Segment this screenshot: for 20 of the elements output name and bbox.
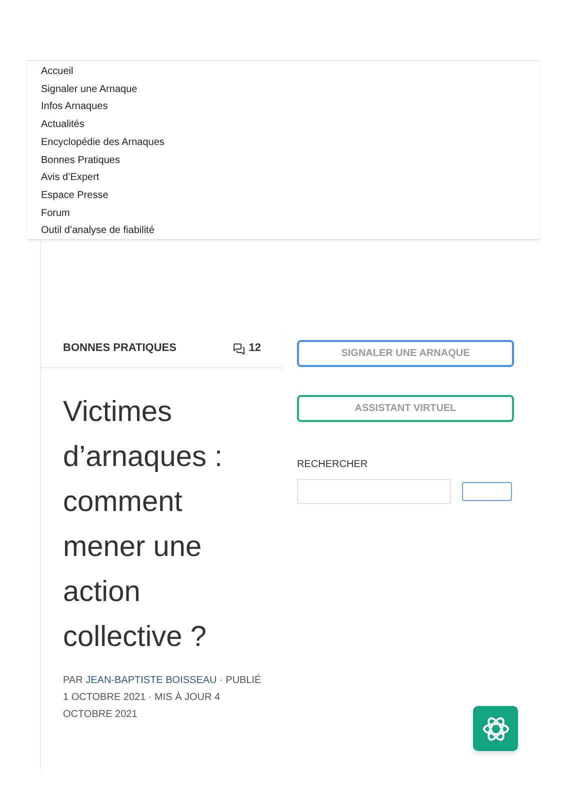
menu-item[interactable]: Encyclopédie des Arnaques (41, 134, 164, 152)
menu-item[interactable]: Signaler une Arnaque (41, 80, 138, 98)
chat-assistant-button[interactable] (473, 706, 518, 751)
search-field[interactable] (297, 479, 451, 504)
menu-item[interactable]: Infos Arnaques (41, 98, 108, 116)
author-link[interactable]: JEAN-BAPTISTE BOISSEAU (86, 675, 217, 686)
menu-item[interactable]: Forum (41, 204, 70, 222)
category-label[interactable]: BONNES PRATIQUES (63, 340, 176, 357)
comments-icon (232, 342, 245, 354)
search-label: RECHERCHER (297, 458, 369, 472)
menu-item[interactable]: Bonnes Pratiques (41, 152, 120, 170)
comment-count[interactable]: 12 (248, 340, 261, 357)
menu-item[interactable]: Actualités (41, 116, 84, 134)
search-button[interactable] (462, 482, 512, 501)
menu-item[interactable]: Espace Presse (41, 186, 108, 205)
menu-item[interactable]: Outil d’analyse de fiabilité (41, 222, 154, 240)
article-meta: PAR JEAN-BAPTISTE BOISSEAU · PUBLIÉ 1 OCTOBRE 2021 · MIS À JOUR 4 OCTOBRE 2021 (63, 673, 262, 722)
menu-item[interactable]: Avis d’Expert (41, 169, 100, 187)
menu-item[interactable]: Accueil (41, 63, 74, 81)
article-title: Victimes d’arnaques : comment mener une action collective ? (63, 395, 224, 655)
